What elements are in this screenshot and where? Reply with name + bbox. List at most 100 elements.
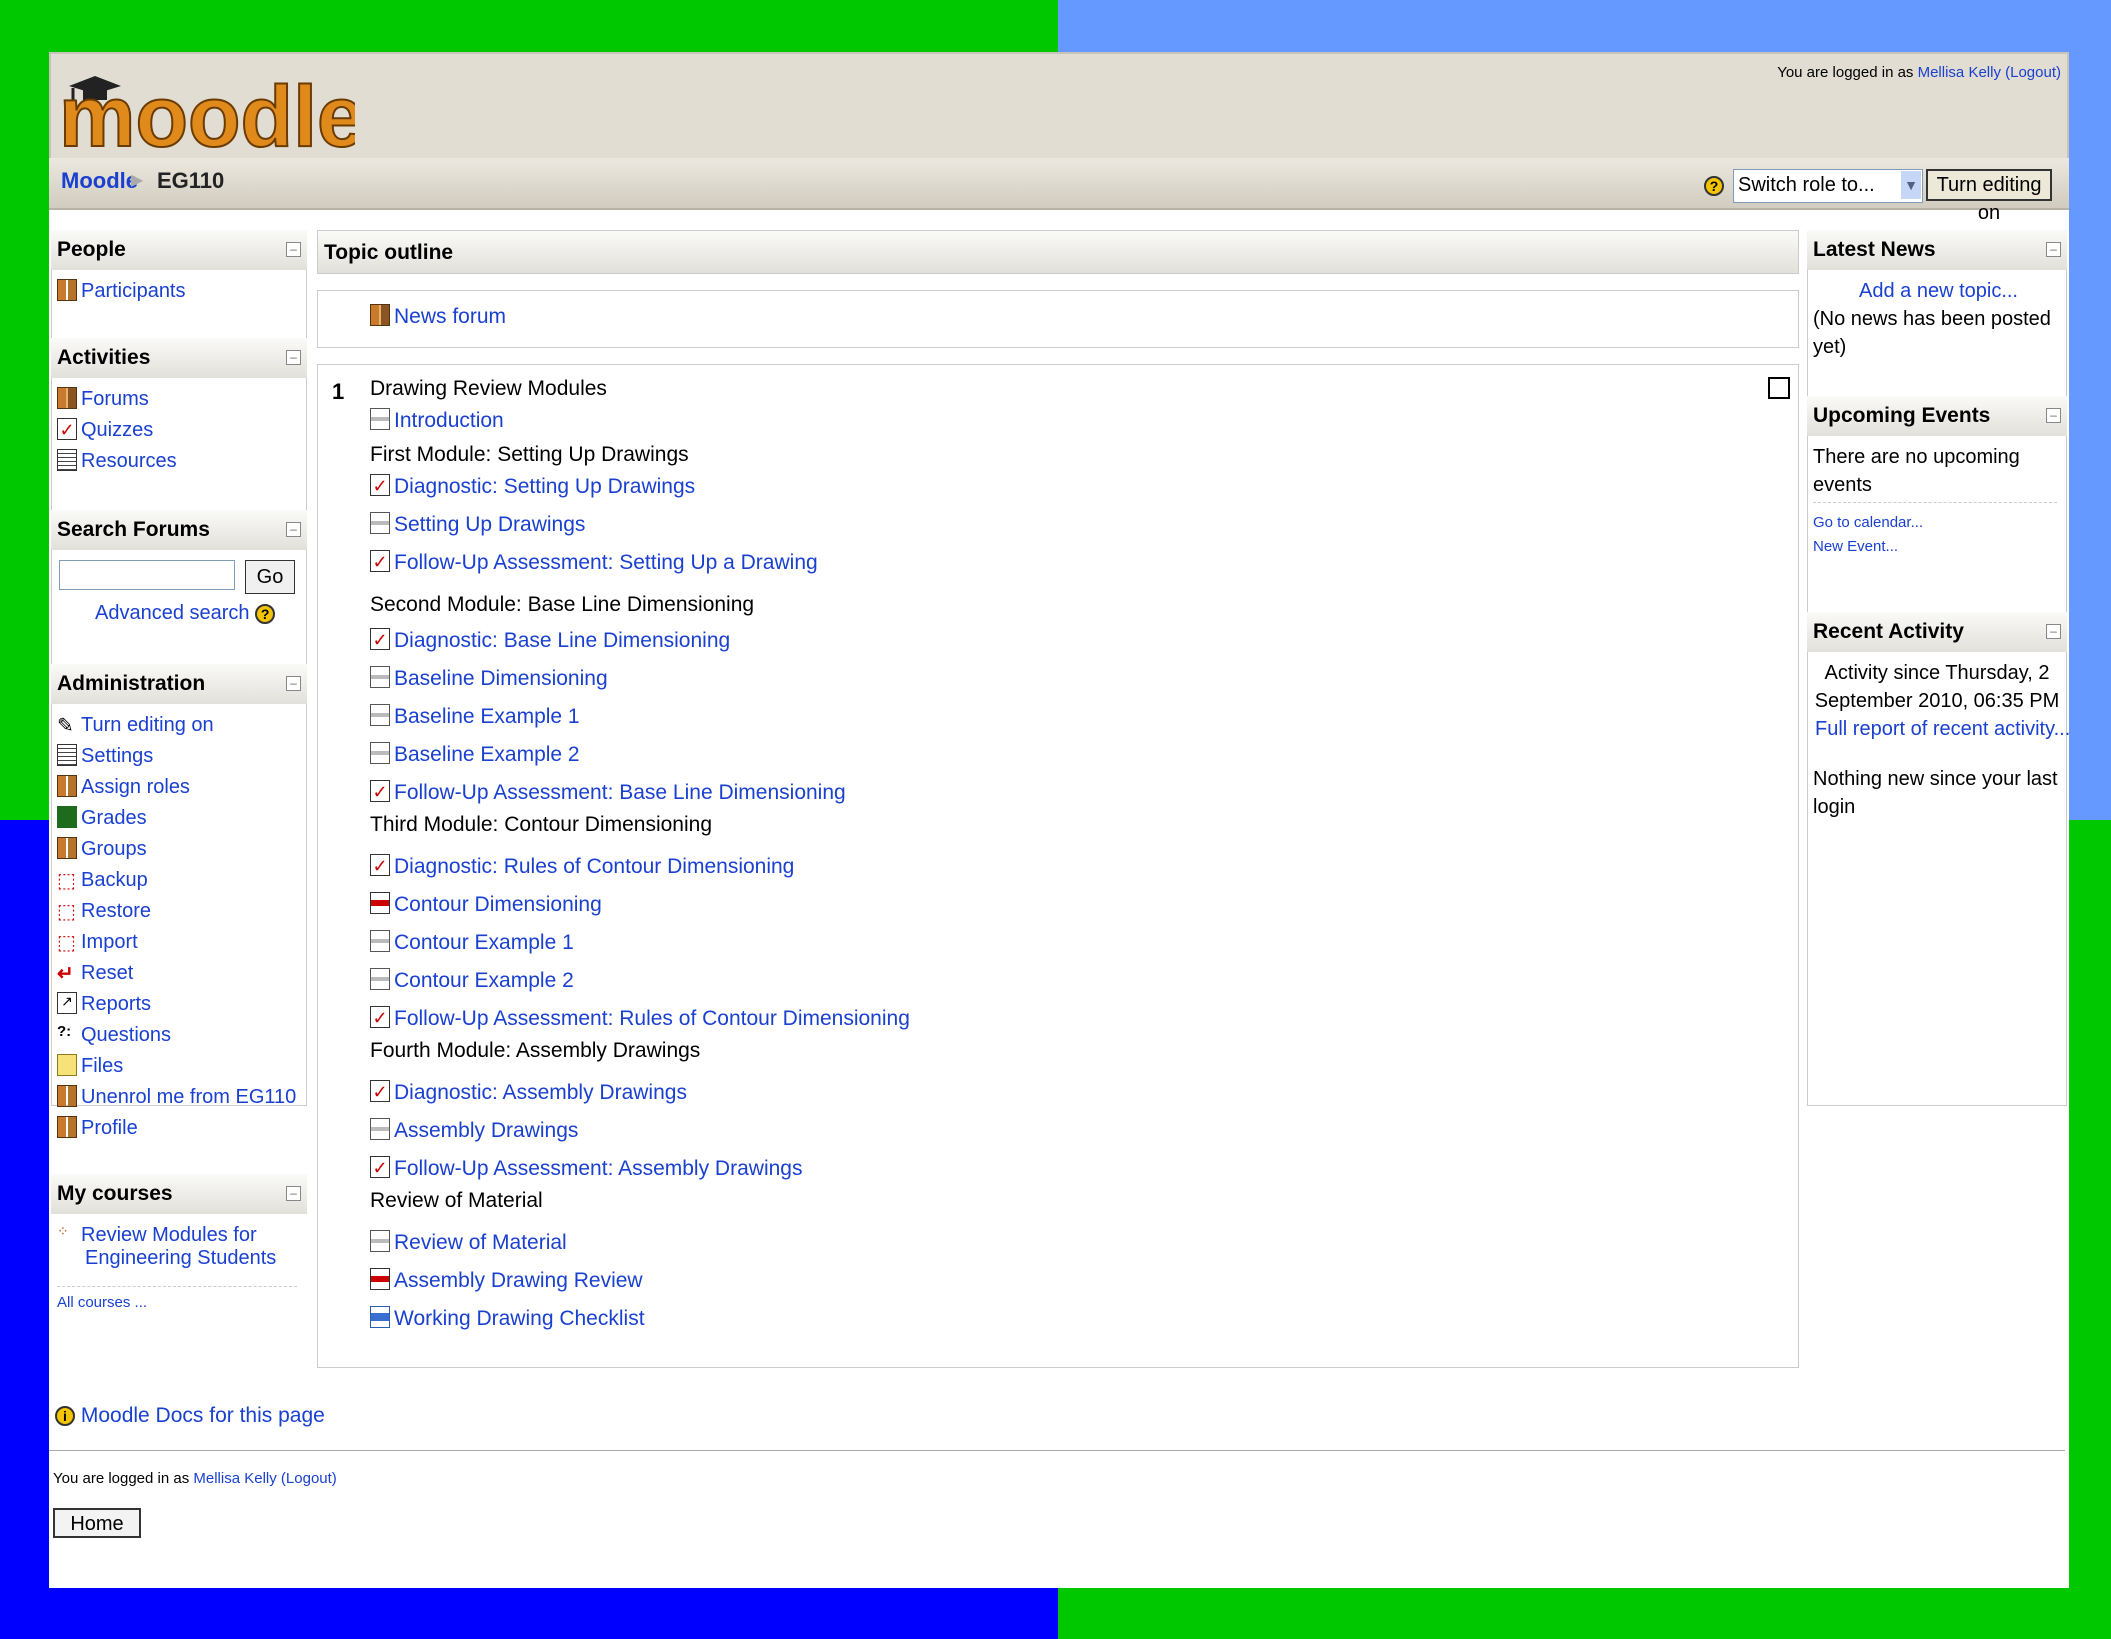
nothing-new-text: Nothing new since your last <box>1813 768 2058 790</box>
activity-link[interactable]: ✓ Follow-Up Assessment: Assembly Drawings <box>370 1156 802 1185</box>
activity-link[interactable]: Assembly Drawings <box>370 1118 578 1147</box>
moodle-logo[interactable]: moodle <box>55 58 355 158</box>
activity-title[interactable]: Baseline Example 1 <box>394 705 580 728</box>
activity-link[interactable]: ✓ Follow-Up Assessment: Base Line Dimensi… <box>370 780 846 809</box>
highlight-checkbox[interactable] <box>1768 377 1790 399</box>
activity-title[interactable]: Diagnostic: Rules of Contour Dimensionin… <box>394 855 794 878</box>
activity-title[interactable]: Follow-Up Assessment: Assembly Drawings <box>394 1157 802 1180</box>
logout-link[interactable]: (Logout) <box>281 1470 337 1487</box>
logout-link[interactable]: (Logout) <box>2005 64 2061 81</box>
block-header: Activities – <box>51 338 307 378</box>
activity-title[interactable]: Follow-Up Assessment: Base Line Dimensio… <box>394 781 846 804</box>
admin-item-profile[interactable]: Profile <box>57 1115 138 1143</box>
activity-link[interactable]: ✓ Diagnostic: Assembly Drawings <box>370 1080 687 1109</box>
help-icon[interactable]: ? <box>1704 176 1724 196</box>
activity-link[interactable]: ✓ Diagnostic: Setting Up Drawings <box>370 474 695 503</box>
full-report-link[interactable]: Full report of recent activity... <box>1815 718 2069 741</box>
activity-title[interactable]: Review of Material <box>394 1231 567 1254</box>
activity-link[interactable]: Working Drawing Checklist <box>370 1306 645 1335</box>
activity-link[interactable]: ✓ Follow-Up Assessment: Rules of Contour … <box>370 1006 910 1035</box>
activity-title[interactable]: Follow-Up Assessment: Setting Up a Drawi… <box>394 551 818 574</box>
go-to-calendar-link[interactable]: Go to calendar... <box>1813 514 1923 531</box>
activity-title[interactable]: Contour Dimensioning <box>394 893 602 916</box>
activity-title[interactable]: Diagnostic: Setting Up Drawings <box>394 475 695 498</box>
activity-link[interactable]: Review of Material <box>370 1230 567 1259</box>
collapse-icon[interactable]: – <box>2046 242 2061 257</box>
admin-item-questions[interactable]: ?: Questions <box>57 1023 171 1050</box>
activity-link[interactable]: ✓ Diagnostic: Rules of Contour Dimensioni… <box>370 854 794 883</box>
activity-link[interactable]: Introduction <box>370 408 504 437</box>
turn-editing-on-button[interactable]: Turn editing on <box>1926 169 2052 224</box>
activity-link[interactable]: Contour Example 1 <box>370 930 574 959</box>
admin-item-reset[interactable]: ↵ Reset <box>57 962 133 988</box>
activity-since-text: Activity since Thursday, 2 <box>1824 662 2050 684</box>
moodle-docs-link[interactable]: Moodle Docs for this page <box>81 1404 325 1427</box>
activity-title[interactable]: Setting Up Drawings <box>394 513 585 536</box>
admin-item-import[interactable]: ⬚ Import <box>57 931 138 957</box>
chevron-down-icon[interactable]: ▼ <box>1901 171 1921 199</box>
activity-link[interactable]: Contour Dimensioning <box>370 892 602 921</box>
moodle-docs[interactable]: i Moodle Docs for this page <box>55 1404 325 1428</box>
collapse-icon[interactable]: – <box>2046 624 2061 639</box>
activity-link[interactable]: Assembly Drawing Review <box>370 1268 643 1297</box>
module-label: Fourth Module: Assembly Drawings <box>370 1039 701 1062</box>
news-forum-link[interactable]: News forum <box>370 304 506 333</box>
sidebar-item-quizzes[interactable]: ✓ Quizzes <box>57 417 153 445</box>
admin-item-files[interactable]: Files <box>57 1053 123 1081</box>
backup-icon: ⬚ <box>57 869 76 892</box>
activity-title[interactable]: Working Drawing Checklist <box>394 1307 645 1330</box>
admin-item-turn-editing[interactable]: ✎ Turn editing on <box>57 714 214 740</box>
admin-item-unenrol[interactable]: Unenrol me from EG110 <box>57 1084 296 1112</box>
user-link[interactable]: Mellisa Kelly <box>193 1470 276 1487</box>
sidebar-item-participants[interactable]: Participants <box>57 278 186 306</box>
home-button[interactable]: Home <box>53 1508 141 1538</box>
activity-link[interactable]: Baseline Dimensioning <box>370 666 608 695</box>
admin-item-grades[interactable]: Grades <box>57 805 147 833</box>
activity-title[interactable]: Diagnostic: Assembly Drawings <box>394 1081 687 1104</box>
all-courses-link[interactable]: All courses ... <box>57 1294 147 1311</box>
collapse-icon[interactable]: – <box>286 350 301 365</box>
activity-link[interactable]: ✓ Follow-Up Assessment: Setting Up a Draw… <box>370 550 818 579</box>
activity-title[interactable]: Assembly Drawing Review <box>394 1269 643 1292</box>
course-link[interactable]: ⁘ Review Modules for Engineering Students <box>57 1223 297 1270</box>
user-link[interactable]: Mellisa Kelly <box>1918 64 2001 81</box>
activity-title[interactable]: Baseline Dimensioning <box>394 667 608 690</box>
admin-item-backup[interactable]: ⬚ Backup <box>57 869 148 895</box>
activity-title[interactable]: Assembly Drawings <box>394 1119 578 1142</box>
activity-title[interactable]: Contour Example 1 <box>394 931 574 954</box>
activity-title[interactable]: Baseline Example 2 <box>394 743 580 766</box>
activity-title[interactable]: Follow-Up Assessment: Rules of Contour D… <box>394 1007 910 1030</box>
activity-link[interactable]: Contour Example 2 <box>370 968 574 997</box>
admin-item-reports[interactable]: ↗ Reports <box>57 991 151 1019</box>
collapse-icon[interactable]: – <box>286 522 301 537</box>
activity-title[interactable]: Contour Example 2 <box>394 969 574 992</box>
help-icon[interactable]: ? <box>255 603 276 624</box>
activity-link[interactable]: Baseline Example 2 <box>370 742 580 771</box>
admin-item-settings[interactable]: Settings <box>57 743 153 771</box>
collapse-icon[interactable]: – <box>2046 408 2061 423</box>
collapse-icon[interactable]: – <box>286 242 301 257</box>
activity-link[interactable]: Setting Up Drawings <box>370 512 585 541</box>
activity-link[interactable]: Baseline Example 1 <box>370 704 580 733</box>
breadcrumb-home[interactable]: Moodle <box>61 168 138 194</box>
advanced-search[interactable]: Advanced search ? <box>95 602 276 625</box>
advanced-search-link[interactable]: Advanced search <box>95 602 250 624</box>
add-topic-link[interactable]: Add a new topic... <box>1859 280 2018 303</box>
sidebar-item-forums[interactable]: Forums <box>57 386 149 414</box>
search-input[interactable] <box>59 560 235 590</box>
new-event-link[interactable]: New Event... <box>1813 538 1898 555</box>
moodle-page: moodle You are logged in as Mellisa Kell… <box>49 52 2069 1588</box>
admin-item-restore[interactable]: ⬚ Restore <box>57 900 151 926</box>
activity-title[interactable]: Introduction <box>394 409 504 432</box>
switch-role-select[interactable]: Switch role to... ▼ <box>1733 169 1923 203</box>
search-go-button[interactable]: Go <box>245 560 295 594</box>
activity-title[interactable]: Diagnostic: Base Line Dimensioning <box>394 629 730 652</box>
collapse-icon[interactable]: – <box>286 1186 301 1201</box>
activity-link[interactable]: ✓ Diagnostic: Base Line Dimensioning <box>370 628 730 657</box>
admin-item-groups[interactable]: Groups <box>57 836 147 864</box>
sidebar-item-resources[interactable]: Resources <box>57 448 177 476</box>
collapse-icon[interactable]: – <box>286 676 301 691</box>
section-1: 1 Drawing Review Modules Introduction Fir… <box>317 364 1799 1368</box>
roles-icon <box>57 774 77 797</box>
admin-item-assign-roles[interactable]: Assign roles <box>57 774 190 802</box>
